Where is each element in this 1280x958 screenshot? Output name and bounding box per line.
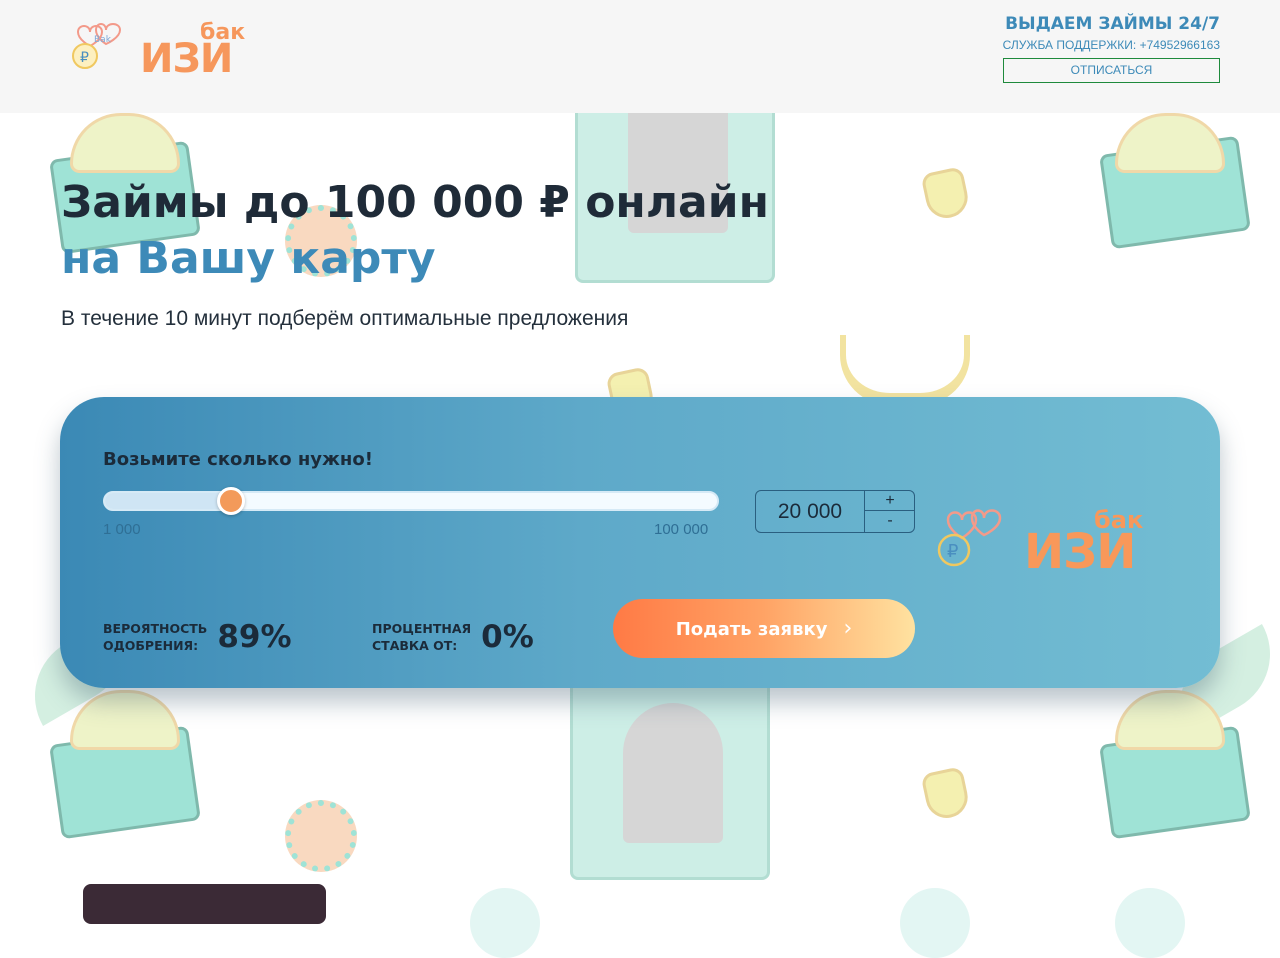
increment-button[interactable]: +: [865, 491, 915, 511]
submit-application-button[interactable]: Подать заявку ›: [613, 599, 915, 658]
decor-coin-top-left: [70, 113, 180, 173]
heart-coin-icon: ₽: [937, 509, 1002, 567]
logo-sup: бак: [1094, 506, 1144, 534]
rate-value: 0%: [481, 619, 534, 655]
hero-subtitle: В течение 10 минут подберём оптимальные …: [61, 307, 629, 330]
decor-circle-1: [470, 888, 540, 958]
approval-value: 89%: [217, 619, 292, 655]
svg-text:₽: ₽: [80, 50, 89, 66]
decor-shield-top-right: [920, 166, 972, 222]
hero-section: Займы до 100 000 ₽ онлайн на Вашу карту …: [61, 175, 769, 331]
logo-sup: бак: [200, 20, 246, 45]
chevron-right-icon: ›: [843, 616, 853, 641]
rate-label: ПРОЦЕНТНАЯ СТАВКА ОТ:: [372, 621, 472, 653]
submit-label: Подать заявку: [675, 619, 828, 640]
calculator-logo: ₽ ИЗИ бак: [934, 506, 1164, 580]
slider-handle[interactable]: [217, 487, 246, 515]
heart-coin-icon: ₽ Bak: [72, 23, 122, 69]
site-logo[interactable]: ₽ Bak ИЗИ бак: [68, 20, 258, 82]
decor-shield-bottom-right: [920, 766, 972, 822]
hero-title-highlight: на Вашу карту: [61, 233, 436, 284]
support-phone[interactable]: СЛУЖБА ПОДДЕРЖКИ: +74952966163: [980, 38, 1220, 52]
header-headline: ВЫДАЕМ ЗАЙМЫ 24/7: [1005, 14, 1220, 34]
site-header: ₽ Bak ИЗИ бак ВЫДАЕМ ЗАЙМЫ 24/7 СЛУЖБА П…: [0, 0, 1280, 113]
decor-trophy: [840, 335, 970, 405]
bottom-image-card: [83, 884, 326, 924]
slider-max-label: 100 000: [654, 521, 709, 538]
svg-text:₽: ₽: [947, 541, 958, 562]
amount-stepper: + -: [864, 491, 915, 532]
hero-title: Займы до 100 000 ₽ онлайн: [61, 177, 769, 228]
svg-text:Bak: Bak: [94, 35, 112, 45]
unsubscribe-button[interactable]: ОТПИСАТЬСЯ: [1003, 58, 1220, 83]
calculator-label: Возьмите сколько нужно!: [103, 449, 373, 470]
decor-coin-top-right: [1115, 113, 1225, 173]
amount-slider[interactable]: [103, 487, 719, 515]
approval-probability: ВЕРОЯТНОСТЬ ОДОБРЕНИЯ: 89%: [103, 619, 292, 655]
decor-column-bottom: [570, 680, 770, 880]
slider-fill: [105, 493, 232, 509]
loan-calculator: Возьмите сколько нужно! 1 000 100 000 + …: [60, 397, 1220, 688]
slider-min-label: 1 000: [103, 521, 141, 538]
decor-circle-2: [900, 888, 970, 958]
header-info: ВЫДАЕМ ЗАЙМЫ 24/7 СЛУЖБА ПОДДЕРЖКИ: +749…: [980, 14, 1220, 83]
decrement-button[interactable]: -: [865, 511, 915, 531]
decor-cookie-bottom: [285, 800, 357, 872]
decor-circle-3: [1115, 888, 1185, 958]
amount-input[interactable]: [756, 491, 864, 532]
approval-label: ВЕРОЯТНОСТЬ ОДОБРЕНИЯ:: [103, 621, 208, 653]
amount-field: + -: [755, 490, 915, 533]
interest-rate: ПРОЦЕНТНАЯ СТАВКА ОТ: 0%: [372, 619, 534, 655]
